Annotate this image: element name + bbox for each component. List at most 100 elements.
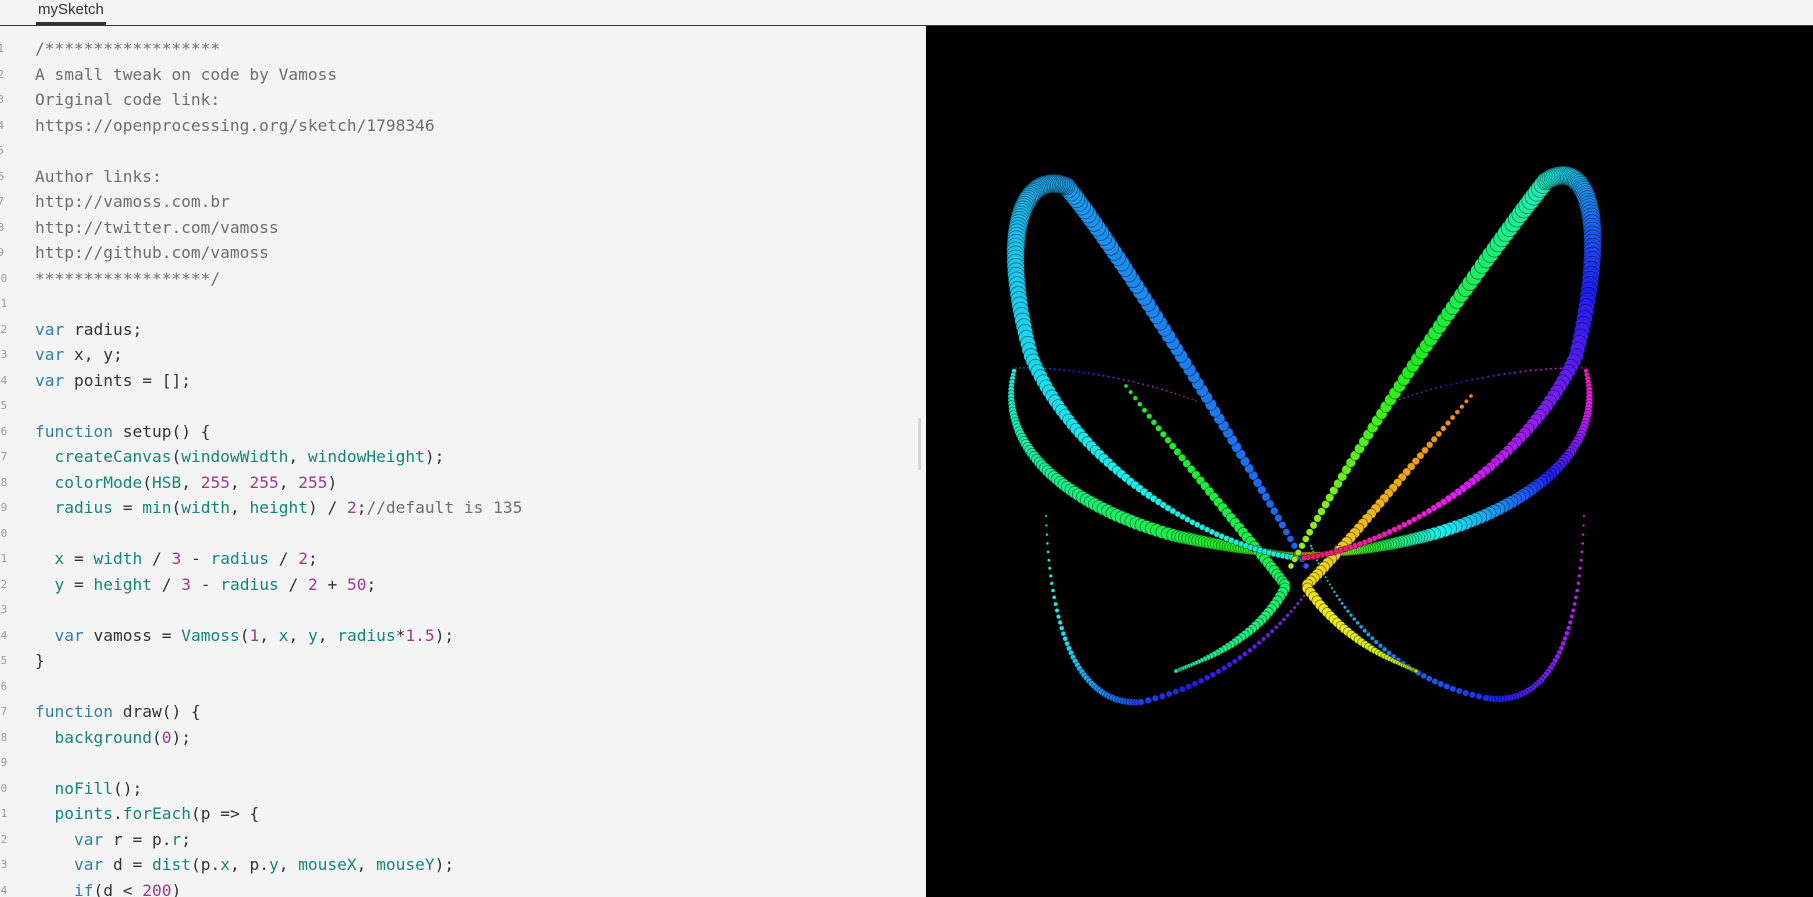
code-token: , (259, 625, 279, 645)
pane-splitter-handle[interactable] (918, 418, 921, 470)
code-token: HSB (151, 472, 182, 492)
line-number: 3 (0, 93, 4, 106)
particle-dot (1049, 581, 1055, 586)
particle-dot (1524, 369, 1528, 373)
particle-dot (1355, 620, 1360, 626)
code-token: r = p. (103, 829, 172, 849)
code-token: var (35, 370, 65, 390)
particle-dot (1424, 389, 1428, 393)
particle-dot (1299, 597, 1303, 602)
particle-dot (1462, 689, 1470, 697)
code-line: 22 y = height / 3 - radius / 2 + 50; (0, 572, 926, 598)
particle-dot (1058, 625, 1065, 631)
particle-dot (1288, 609, 1294, 614)
particle-dot (1141, 382, 1145, 386)
code-line: 10 ******************/ (0, 266, 926, 292)
sketch-output (1006, 165, 1602, 707)
particle-dot (1581, 532, 1585, 537)
particle-dot (1443, 682, 1451, 691)
particle-dot (1425, 675, 1433, 683)
line-number: 31 (0, 807, 8, 820)
code-line: 29 (0, 750, 926, 776)
particle-dot (1265, 632, 1271, 638)
particle-dot (1194, 399, 1198, 403)
line-code: colorMode(HSB, 255, 255, 255) (35, 470, 338, 496)
particle-dot (1570, 607, 1576, 613)
particle-dot (1137, 698, 1145, 706)
particle-dot (1463, 398, 1469, 404)
particle-dot (1369, 635, 1375, 641)
code-token: radius (54, 498, 113, 517)
particle-dot (1529, 369, 1533, 373)
particle-dot (1497, 373, 1501, 377)
particle-dot (1190, 398, 1194, 401)
code-token: = (112, 498, 143, 517)
particle-dot (1053, 367, 1057, 371)
particle-dot (1182, 395, 1186, 398)
code-token: mouseY (376, 855, 435, 874)
line-number: 10 (0, 271, 8, 285)
line-number: 7 (0, 195, 4, 208)
code-line: 20 (0, 521, 926, 547)
code-line: 17 createCanvas(windowWidth, windowHeigh… (0, 444, 926, 470)
particle-dot (1581, 523, 1586, 528)
particle-dot (1492, 374, 1496, 378)
particle-dot (1018, 366, 1022, 370)
particle-dot (1046, 558, 1051, 563)
line-code: var vamoss = Vamoss(1, x, y, radius*1.5)… (35, 623, 455, 649)
code-token: Vamoss (181, 625, 240, 645)
line-code: var radius; (35, 317, 142, 343)
particle-dot (1082, 371, 1086, 375)
particle-dot (1122, 378, 1126, 382)
particle-dot (1281, 617, 1287, 622)
line-code: y = height / 3 - radius / 2 + 50; (35, 572, 377, 598)
particle-dot (1572, 601, 1578, 607)
particle-dot (1539, 368, 1543, 372)
particle-dot (1051, 595, 1057, 600)
particle-dot (1377, 642, 1384, 649)
particle-dot (1398, 398, 1402, 401)
code-editor[interactable]: 1 /****************** 2 A small tweak on co… (0, 26, 926, 897)
code-token: background (54, 727, 152, 747)
particle-dot (1045, 532, 1049, 537)
particle-dot (1564, 630, 1570, 637)
line-number: 16 (0, 424, 8, 438)
code-token: ); (424, 447, 445, 466)
line-code: /****************** (35, 36, 220, 62)
particle-dot (1048, 573, 1053, 579)
line-number: 8 (0, 220, 4, 234)
sketch-canvas[interactable] (926, 26, 1813, 897)
code-token: 255 (200, 472, 230, 492)
code-token: var (73, 829, 104, 849)
particle-dot (1209, 671, 1217, 678)
particle-dot (1251, 643, 1258, 650)
code-token: , (288, 625, 308, 645)
particle-dot (1584, 366, 1588, 370)
particle-dot (1151, 694, 1160, 702)
code-line: 8 http://twitter.com/vamoss (0, 215, 926, 241)
code-token: r (171, 829, 182, 849)
particle-dot (1508, 371, 1512, 375)
code-line: 1 /****************** (0, 36, 926, 62)
line-number: 11 (0, 297, 8, 310)
particle-dot (1111, 376, 1116, 380)
particle-dot (1420, 390, 1423, 394)
particle-dot (1580, 366, 1584, 370)
particle-dot (1454, 381, 1458, 385)
code-line: 16 function setup() { (0, 419, 926, 445)
particle-dot (1146, 384, 1150, 387)
code-token: min (142, 498, 172, 517)
code-token: 2 (307, 574, 318, 594)
line-number: 2 (0, 67, 4, 81)
particle-dot (1044, 514, 1048, 518)
code-token: radius; (64, 319, 143, 339)
particle-dot (1435, 430, 1443, 438)
code-token: radius (337, 625, 396, 645)
tab-mysketch[interactable]: mySketch (36, 0, 106, 25)
line-number: 4 (0, 118, 4, 132)
code-token: - (190, 574, 221, 594)
particle-dot (1518, 370, 1522, 374)
code-token: ) (327, 472, 338, 492)
